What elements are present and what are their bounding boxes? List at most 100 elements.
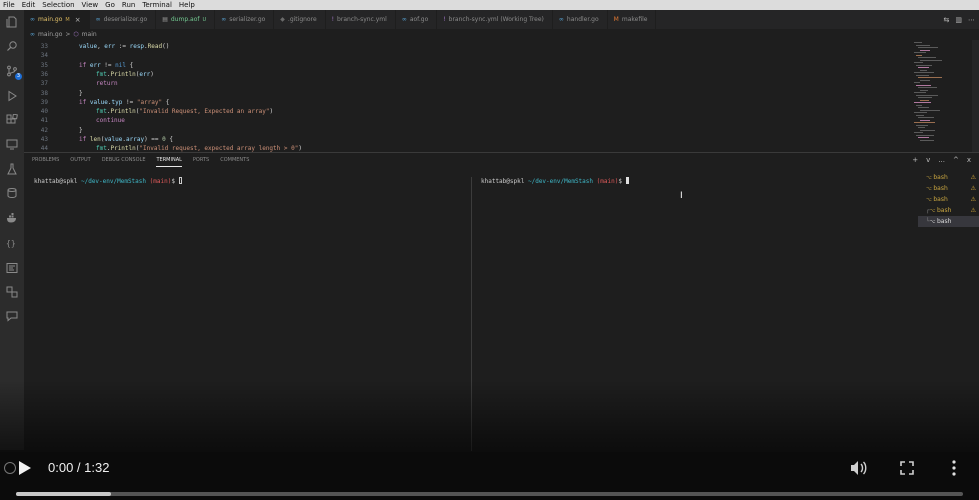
- testing-icon[interactable]: [5, 162, 19, 176]
- menu-help[interactable]: Help: [179, 0, 195, 10]
- minimap-line: [918, 77, 942, 78]
- new-terminal-button[interactable]: +: [912, 156, 918, 164]
- search-icon[interactable]: [5, 39, 19, 53]
- code-line[interactable]: 33 value, err := resp.Read(): [24, 42, 910, 51]
- terminal-icon: ⌥: [929, 219, 937, 225]
- line-number: 41: [40, 117, 48, 125]
- close-tab-icon[interactable]: ×: [75, 16, 81, 24]
- line-number: 42: [40, 126, 48, 134]
- code-token: if: [79, 136, 90, 143]
- code-text: }: [79, 126, 83, 135]
- terminal-left[interactable]: khattab@spkl ~/dev-env/MemStash (main)$: [34, 177, 182, 185]
- terminal-right[interactable]: khattab@spkl ~/dev-env/MemStash (main)$: [481, 177, 629, 185]
- code-line[interactable]: 39 if value.typ != "array" {: [24, 98, 910, 107]
- code-line[interactable]: 34: [24, 51, 910, 60]
- code-line[interactable]: 44 fmt.Println("Invalid request, expected…: [24, 144, 910, 152]
- go-icon: ∞: [95, 16, 101, 23]
- menu-edit[interactable]: Edit: [22, 0, 36, 10]
- code-line[interactable]: 36 fmt.Println(err): [24, 70, 910, 79]
- remote-explorer-icon[interactable]: [5, 137, 19, 151]
- breadcrumb-file[interactable]: main.go: [38, 31, 62, 38]
- menu-view[interactable]: View: [82, 0, 99, 10]
- terminal-icon: ⌥: [929, 208, 937, 214]
- panel-tab-ports[interactable]: PORTS: [193, 157, 209, 167]
- minimap-line: [920, 109, 940, 111]
- code-editor[interactable]: 33 value, err := resp.Read() 34 35 if err !=…: [24, 40, 910, 152]
- panel-tab-output[interactable]: OUTPUT: [70, 157, 90, 167]
- docker-icon[interactable]: [5, 211, 19, 225]
- terminal-path: ~/dev-env/MemStash: [527, 178, 594, 185]
- menu-go[interactable]: Go: [105, 0, 115, 10]
- code-token: "Invalid request, expected array length …: [139, 145, 299, 152]
- volume-icon[interactable]: [850, 460, 867, 476]
- terminal-list-item[interactable]: ⌥ bash ⚠: [918, 183, 979, 194]
- breadcrumb-separator: >: [65, 31, 71, 38]
- tab--gitignore[interactable]: ◆ .gitignore: [274, 10, 326, 29]
- more-actions-icon[interactable]: ⋯: [968, 16, 975, 24]
- video-progress-fill: [16, 492, 111, 496]
- panel-tab-terminal[interactable]: TERMINAL: [156, 157, 182, 167]
- code-line[interactable]: 42}: [24, 126, 910, 135]
- play-icon[interactable]: [18, 460, 32, 476]
- more-actions-button[interactable]: ...: [938, 156, 945, 164]
- terminal-dropdown-button[interactable]: v: [926, 156, 930, 164]
- code-line[interactable]: 38}: [24, 89, 910, 98]
- menu-run[interactable]: Run: [122, 0, 135, 10]
- menu-file[interactable]: File: [3, 0, 15, 10]
- tab-label: deserializer.go: [103, 16, 148, 23]
- video-progress-track[interactable]: [16, 492, 963, 496]
- tab-aof-go[interactable]: ∞ aof.go: [396, 10, 438, 29]
- compare-changes-icon[interactable]: ⇆: [944, 16, 950, 24]
- terminal-list-item[interactable]: └⌥ bash: [918, 216, 979, 227]
- pull-requests-icon[interactable]: [5, 285, 19, 299]
- editor-scrollbar[interactable]: [972, 40, 979, 152]
- code-token: array: [126, 136, 145, 143]
- code-token: len: [89, 136, 101, 143]
- code-line[interactable]: 35 if err != nil {: [24, 61, 910, 70]
- more-vertical-icon[interactable]: [951, 460, 957, 476]
- maximize-panel-button[interactable]: ^: [953, 156, 959, 164]
- code-token: fmt: [96, 145, 107, 152]
- code-token: }: [79, 126, 83, 134]
- svg-text:{}: {}: [6, 239, 16, 248]
- source-control-icon[interactable]: 3: [5, 64, 22, 80]
- tab-serializer-go[interactable]: ∞ serializer.go: [215, 10, 275, 29]
- close-panel-button[interactable]: x: [967, 156, 971, 164]
- code-line[interactable]: 40 fmt.Println("Invalid Request, Expected…: [24, 107, 910, 116]
- chat-icon[interactable]: [5, 309, 19, 323]
- tab-deserializer-go[interactable]: ∞ deserializer.go: [90, 10, 157, 29]
- split-editor-icon[interactable]: ▥: [955, 16, 962, 24]
- extensions-icon[interactable]: [5, 113, 19, 127]
- terminal-user: khattab@spkl: [34, 178, 78, 185]
- tab-handler-go[interactable]: ∞ handler.go: [553, 10, 608, 29]
- terminal-list-item[interactable]: ⌥ bash ⚠: [918, 194, 979, 205]
- panel-tab-debug-console[interactable]: DEBUG CONSOLE: [102, 157, 146, 167]
- terminal-list-item[interactable]: ┌⌥ bash ⚠: [918, 205, 979, 216]
- minimap-line: [920, 139, 934, 141]
- json-icon[interactable]: {}: [5, 236, 19, 250]
- tab-branch-sync-yml[interactable]: ! branch-sync.yml: [326, 10, 396, 29]
- code-token: :=: [115, 43, 130, 50]
- menu-terminal[interactable]: Terminal: [142, 0, 172, 10]
- line-number: 38: [40, 89, 48, 97]
- line-number: 33: [40, 43, 48, 50]
- terminal-list-item[interactable]: ⌥ bash ⚠: [918, 172, 979, 183]
- explorer-icon[interactable]: [5, 15, 19, 29]
- code-line[interactable]: 43 if len(value.array) == 0 {: [24, 135, 910, 144]
- breadcrumb-symbol[interactable]: main: [82, 31, 97, 38]
- code-line[interactable]: 37 return: [24, 79, 910, 88]
- fullscreen-icon[interactable]: [900, 461, 914, 475]
- code-token: "Invalid Request, Expected an array": [139, 108, 270, 116]
- code-line[interactable]: 41 continue: [24, 116, 910, 125]
- panel-tab-comments[interactable]: COMMENTS: [220, 157, 249, 167]
- menu-selection[interactable]: Selection: [42, 0, 74, 10]
- tab-dump-aof[interactable]: ▤ dump.aof U: [156, 10, 216, 29]
- run-debug-icon[interactable]: [5, 89, 19, 103]
- database-icon[interactable]: [5, 186, 19, 200]
- outline-icon[interactable]: [5, 261, 19, 275]
- tab-makefile[interactable]: Mmakefile: [608, 10, 657, 29]
- panel-tab-problems[interactable]: PROBLEMS: [32, 157, 59, 167]
- minimap[interactable]: [910, 40, 972, 152]
- tab-branch-sync-yml-working-tree[interactable]: ! branch-sync.yml (Working Tree): [437, 10, 553, 29]
- tab-main-go[interactable]: ∞ main.go M ×: [24, 10, 90, 29]
